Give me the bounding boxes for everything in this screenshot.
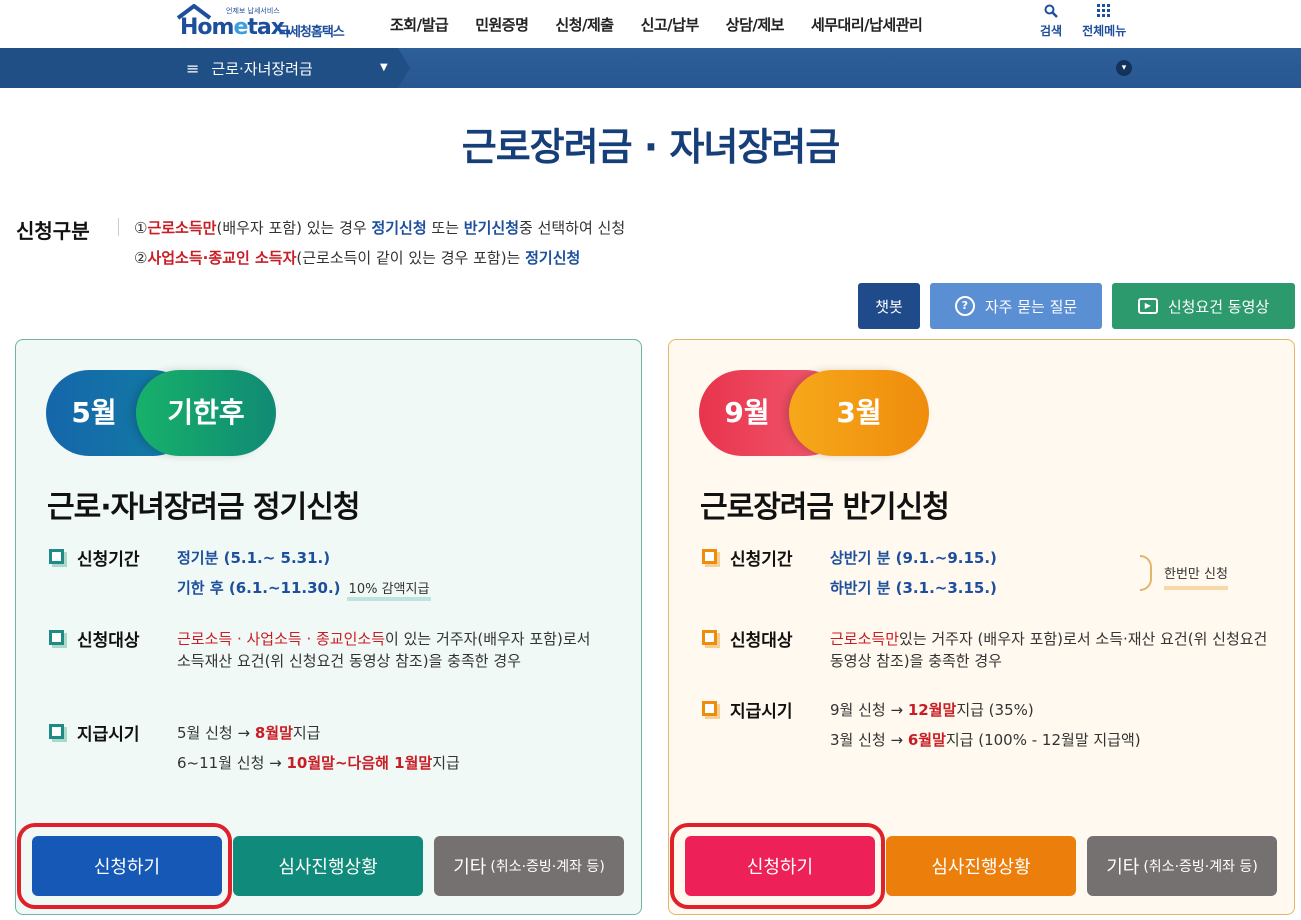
pill-label-may: 5월 [71, 396, 117, 429]
apptype-divider [118, 218, 119, 236]
top-navigation: 언제보 납세서비스 Hometax. 국세청홈택스 조회/발급 민원증명 신청/… [0, 0, 1301, 48]
payment-row: 지급시기 5월 신청 → 8월말지급 6~11월 신청 → 10월말~다음해 1… [47, 720, 617, 780]
period-row: 신청기간 상반기 분 (9.1.~9.15.) 하반기 분 (3.1.~3.15… [700, 545, 1270, 605]
search-label: 검색 [1040, 24, 1063, 38]
apptype-label: 신청구분 [16, 219, 90, 243]
once-only-note: 한번만 신청 [1164, 563, 1228, 590]
review-status-button[interactable]: 심사진행상황 [886, 836, 1076, 896]
payment-row: 지급시기 9월 신청 → 12월말지급 (35%) 3월 신청 → 6월말지급 … [700, 697, 1270, 757]
hometax-logo[interactable]: 언제보 납세서비스 Hometax. 국세청홈택스 [174, 4, 359, 44]
checkbox-square-icon [702, 549, 717, 564]
faq-button[interactable]: ? 자주 묻는 질문 [930, 283, 1102, 329]
all-menu-button[interactable]: 전체메뉴 [1082, 4, 1126, 39]
checkbox-square-icon [49, 630, 64, 645]
menu-item-application[interactable]: 신청/제출 [555, 14, 614, 35]
period-row: 신청기간 정기분 (5.1.~ 5.31.) 기한 후 (6.1.~11.30.… [47, 545, 617, 605]
target-row: 신청대상 근로소득만있는 거주자 (배우자 포함)로서 소득·재산 요건(위 신… [700, 626, 1270, 686]
review-status-button[interactable]: 심사진행상황 [233, 836, 423, 896]
checkbox-square-icon [49, 724, 64, 739]
menu-item-tax-agent[interactable]: 세무대리/납세관리 [811, 14, 923, 35]
pill-label-mar: 3월 [836, 396, 882, 429]
requirements-video-button[interactable]: ▶ 신청요건 동영상 [1112, 283, 1295, 329]
target-row: 신청대상 근로소득 · 사업소득 · 종교인소득이 있는 거주자(배우자 포함)… [47, 626, 617, 706]
brace-connector [1140, 555, 1152, 591]
chevron-down-icon[interactable]: ▾ [1116, 60, 1132, 76]
apply-button[interactable]: 신청하기 [32, 836, 222, 896]
search-button[interactable]: 검색 [1040, 4, 1062, 39]
other-button[interactable]: 기타 (취소·증빙·계좌 등) [1087, 836, 1277, 896]
checkbox-square-icon [702, 630, 717, 645]
apply-button[interactable]: 신청하기 [685, 836, 875, 896]
page-title: 근로장려금 · 자녀장려금 [461, 125, 841, 169]
period-pill: 5월 기한후 [46, 370, 276, 456]
menu-item-report-payment[interactable]: 신고/납부 [641, 14, 700, 35]
subbar-title-label: 근로·자녀장려금 [211, 60, 313, 78]
regular-application-card: 5월 기한후 근로·자녀장려금 정기신청 신청기간 정기분 (5.1.~ 5.3… [15, 339, 642, 915]
question-icon: ? [954, 296, 975, 316]
reduction-note: 10% 감액지급 [346, 582, 432, 601]
all-menu-label: 전체메뉴 [1082, 24, 1127, 38]
search-icon [1044, 4, 1058, 22]
checkbox-square-icon [49, 549, 64, 564]
hamburger-icon: ≡ [186, 59, 200, 78]
dropdown-caret-icon[interactable]: ▼ [380, 62, 388, 73]
menu-item-inquiry[interactable]: 조회/발급 [390, 14, 449, 35]
chatbot-button[interactable]: 챗봇 [858, 283, 920, 329]
menu-item-consult[interactable]: 상담/제보 [726, 14, 785, 35]
play-icon: ▶ [1137, 298, 1158, 314]
pill-label-late: 기한후 [167, 396, 245, 429]
semiannual-application-card: 9월 3월 근로장려금 반기신청 신청기간 상반기 분 (9.1.~9.15.)… [668, 339, 1295, 915]
main-menu: 조회/발급 민원증명 신청/제출 신고/납부 상담/제보 세무대리/납세관리 [390, 14, 949, 35]
sub-navigation-bar: ≡ 근로·자녀장려금 ▼ ▾ [0, 48, 1301, 88]
other-button[interactable]: 기타 (취소·증빙·계좌 등) [434, 836, 624, 896]
nav-icon-group: 검색 전체메뉴 [1040, 4, 1126, 39]
logo-wordmark: Hometax. [180, 15, 292, 40]
period-pill: 9월 3월 [699, 370, 929, 456]
card-title: 근로·자녀장려금 정기신청 [47, 490, 360, 525]
checkbox-square-icon [702, 701, 717, 716]
menu-item-certificate[interactable]: 민원증명 [475, 14, 529, 35]
help-button-group: 챗봇 ? 자주 묻는 질문 ▶ 신청요건 동영상 [858, 283, 1295, 329]
logo-korean-name: 국세청홈택스 [278, 25, 345, 40]
subbar-menu-dropdown[interactable]: ≡ 근로·자녀장려금 [186, 58, 313, 79]
pill-label-sep: 9월 [724, 396, 770, 429]
apptype-line-1: ①근로소득만(배우자 포함) 있는 경우 정기신청 또는 반기신청중 선택하여 … [134, 219, 626, 237]
grid-menu-icon [1097, 4, 1111, 22]
apptype-line-2: ②사업소득·종교인 소득자(근로소득이 같이 있는 경우 포함)는 정기신청 [134, 249, 581, 267]
card-title: 근로장려금 반기신청 [700, 490, 950, 525]
